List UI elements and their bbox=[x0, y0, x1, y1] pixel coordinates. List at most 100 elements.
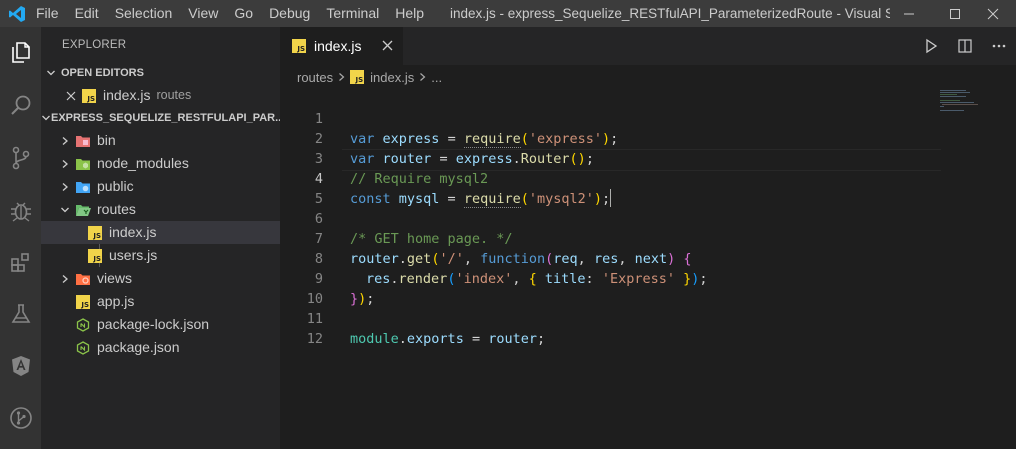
editor-actions bbox=[914, 27, 1016, 65]
breadcrumb-folder[interactable]: routes bbox=[297, 70, 333, 85]
menu-debug[interactable]: Debug bbox=[261, 0, 318, 27]
close-icon[interactable] bbox=[382, 38, 393, 54]
code-line: 2 var router = express.Router(); bbox=[280, 109, 1016, 167]
source-control-view-button[interactable] bbox=[0, 136, 41, 180]
tree-item-label: bin bbox=[97, 132, 116, 148]
code-text: module.exports = router; bbox=[350, 329, 545, 349]
split-editor-icon bbox=[958, 39, 972, 53]
git-graph-view-button[interactable] bbox=[0, 396, 41, 440]
open-editors-header[interactable]: OPEN EDITORS bbox=[41, 62, 280, 84]
folder-routes-open-icon bbox=[75, 202, 91, 218]
menu-edit[interactable]: Edit bbox=[67, 0, 107, 27]
code-line: 12 bbox=[280, 309, 1016, 347]
tree-item-label: app.js bbox=[97, 293, 135, 309]
chevron-down-icon bbox=[41, 68, 61, 78]
tree-item-label: index.js bbox=[109, 224, 157, 240]
editor-area: JS index.js routes JS index.js ... 1 var… bbox=[280, 27, 1016, 449]
folder-bin-icon bbox=[75, 133, 91, 149]
close-icon[interactable] bbox=[63, 88, 79, 104]
search-icon bbox=[10, 95, 30, 115]
close-window-button[interactable] bbox=[970, 0, 1016, 27]
test-view-button[interactable] bbox=[0, 292, 41, 336]
token-variable: router bbox=[488, 331, 537, 347]
js-file-icon: JS bbox=[75, 294, 91, 310]
project-name: EXPRESS_SEQUELIZE_RESTFULAPI_PAR... bbox=[51, 112, 280, 124]
breadcrumb-file[interactable]: index.js bbox=[370, 70, 414, 85]
tree-item-routes[interactable]: routes bbox=[41, 198, 280, 221]
breadcrumb-symbol[interactable]: ... bbox=[431, 70, 442, 85]
explorer-sidebar: EXPLORER OPEN EDITORS JS index.js routes… bbox=[41, 27, 280, 449]
code-line-current: 4 const mysql = require('mysql2'); bbox=[280, 149, 1016, 208]
token-dot: . bbox=[398, 331, 407, 347]
minimap-line bbox=[940, 90, 966, 91]
token-object: module bbox=[350, 331, 399, 347]
minimap-line bbox=[940, 102, 974, 103]
menu-view[interactable]: View bbox=[180, 0, 226, 27]
angular-view-button[interactable] bbox=[0, 344, 41, 388]
tree-item-index-js[interactable]: JS index.js bbox=[41, 221, 280, 244]
code-line: 6 /* GET home page. */ bbox=[280, 189, 1016, 247]
project-header[interactable]: EXPRESS_SEQUELIZE_RESTFULAPI_PAR... bbox=[41, 107, 280, 129]
tree-item-users-js[interactable]: JS users.js bbox=[41, 244, 280, 267]
activity-bar bbox=[0, 27, 41, 449]
play-icon bbox=[926, 38, 938, 54]
code-line: 10 bbox=[280, 269, 1016, 307]
tab-index-js[interactable]: JS index.js bbox=[280, 27, 403, 65]
debug-view-button[interactable] bbox=[0, 188, 41, 232]
token-property: exports bbox=[406, 331, 464, 347]
minimize-icon bbox=[904, 13, 914, 14]
minimap-line bbox=[940, 94, 957, 95]
minimap-line bbox=[940, 92, 970, 93]
tree-item-app-js[interactable]: JS app.js bbox=[41, 290, 280, 313]
tree-item-views[interactable]: views bbox=[41, 267, 280, 290]
menu-help[interactable]: Help bbox=[387, 0, 432, 27]
code-line: 7 router.get('/', function(req, res, nex… bbox=[280, 209, 1016, 267]
tree-item-package-lock-json[interactable]: package-lock.json bbox=[41, 313, 280, 336]
code-line: 8 res.render('index', { title: 'Express'… bbox=[280, 229, 1016, 287]
breadcrumb: routes JS index.js ... bbox=[280, 65, 1016, 89]
angular-icon bbox=[11, 356, 30, 376]
menu-selection[interactable]: Selection bbox=[107, 0, 181, 27]
minimize-button[interactable] bbox=[886, 0, 932, 27]
tree-item-label: views bbox=[97, 270, 133, 286]
folder-node-icon bbox=[75, 156, 91, 172]
open-editors-label: OPEN EDITORS bbox=[61, 67, 144, 79]
tree-item-label: package-lock.json bbox=[97, 316, 210, 332]
line-number: 12 bbox=[306, 331, 323, 347]
tree-item-label: package.json bbox=[97, 339, 180, 355]
ellipsis-icon bbox=[992, 44, 1006, 48]
token-semicolon: ; bbox=[537, 331, 546, 347]
vscode-logo-icon bbox=[0, 0, 34, 27]
tree-item-public[interactable]: public bbox=[41, 175, 280, 198]
close-icon bbox=[987, 8, 999, 19]
run-button[interactable] bbox=[914, 27, 948, 65]
search-view-button[interactable] bbox=[0, 84, 41, 128]
menu-terminal[interactable]: Terminal bbox=[318, 0, 387, 27]
code-editor[interactable]: 1 var express = require('express'); 2 va… bbox=[280, 89, 1016, 347]
tree-item-label: node_modules bbox=[97, 155, 189, 171]
tree-item-bin[interactable]: bin bbox=[41, 129, 280, 152]
minimap-line bbox=[940, 106, 944, 107]
explorer-view-button[interactable] bbox=[0, 30, 41, 74]
code-line: 1 var express = require('express'); bbox=[280, 89, 1016, 148]
token-operator: = bbox=[463, 331, 489, 347]
more-actions-button[interactable] bbox=[982, 27, 1016, 65]
js-file-icon: JS bbox=[87, 248, 103, 264]
tree-item-node-modules[interactable]: node_modules bbox=[41, 152, 280, 175]
code-line: 9 }); bbox=[280, 249, 1016, 307]
code-line: 5 bbox=[280, 169, 1016, 207]
open-editor-item[interactable]: JS index.js routes bbox=[41, 84, 280, 107]
js-file-icon: JS bbox=[292, 39, 306, 53]
maximize-icon bbox=[950, 8, 960, 19]
js-file-icon: JS bbox=[87, 225, 103, 241]
minimap-line bbox=[942, 104, 978, 105]
extensions-icon bbox=[10, 253, 29, 272]
menu-go[interactable]: Go bbox=[226, 0, 261, 27]
js-file-icon: JS bbox=[350, 70, 365, 84]
split-editor-button[interactable] bbox=[948, 27, 982, 65]
extensions-view-button[interactable] bbox=[0, 240, 41, 284]
tree-item-package-json[interactable]: package.json bbox=[41, 336, 280, 359]
chevron-right-icon bbox=[57, 159, 73, 169]
minimap[interactable] bbox=[940, 89, 1000, 149]
menu-file[interactable]: File bbox=[34, 0, 67, 27]
